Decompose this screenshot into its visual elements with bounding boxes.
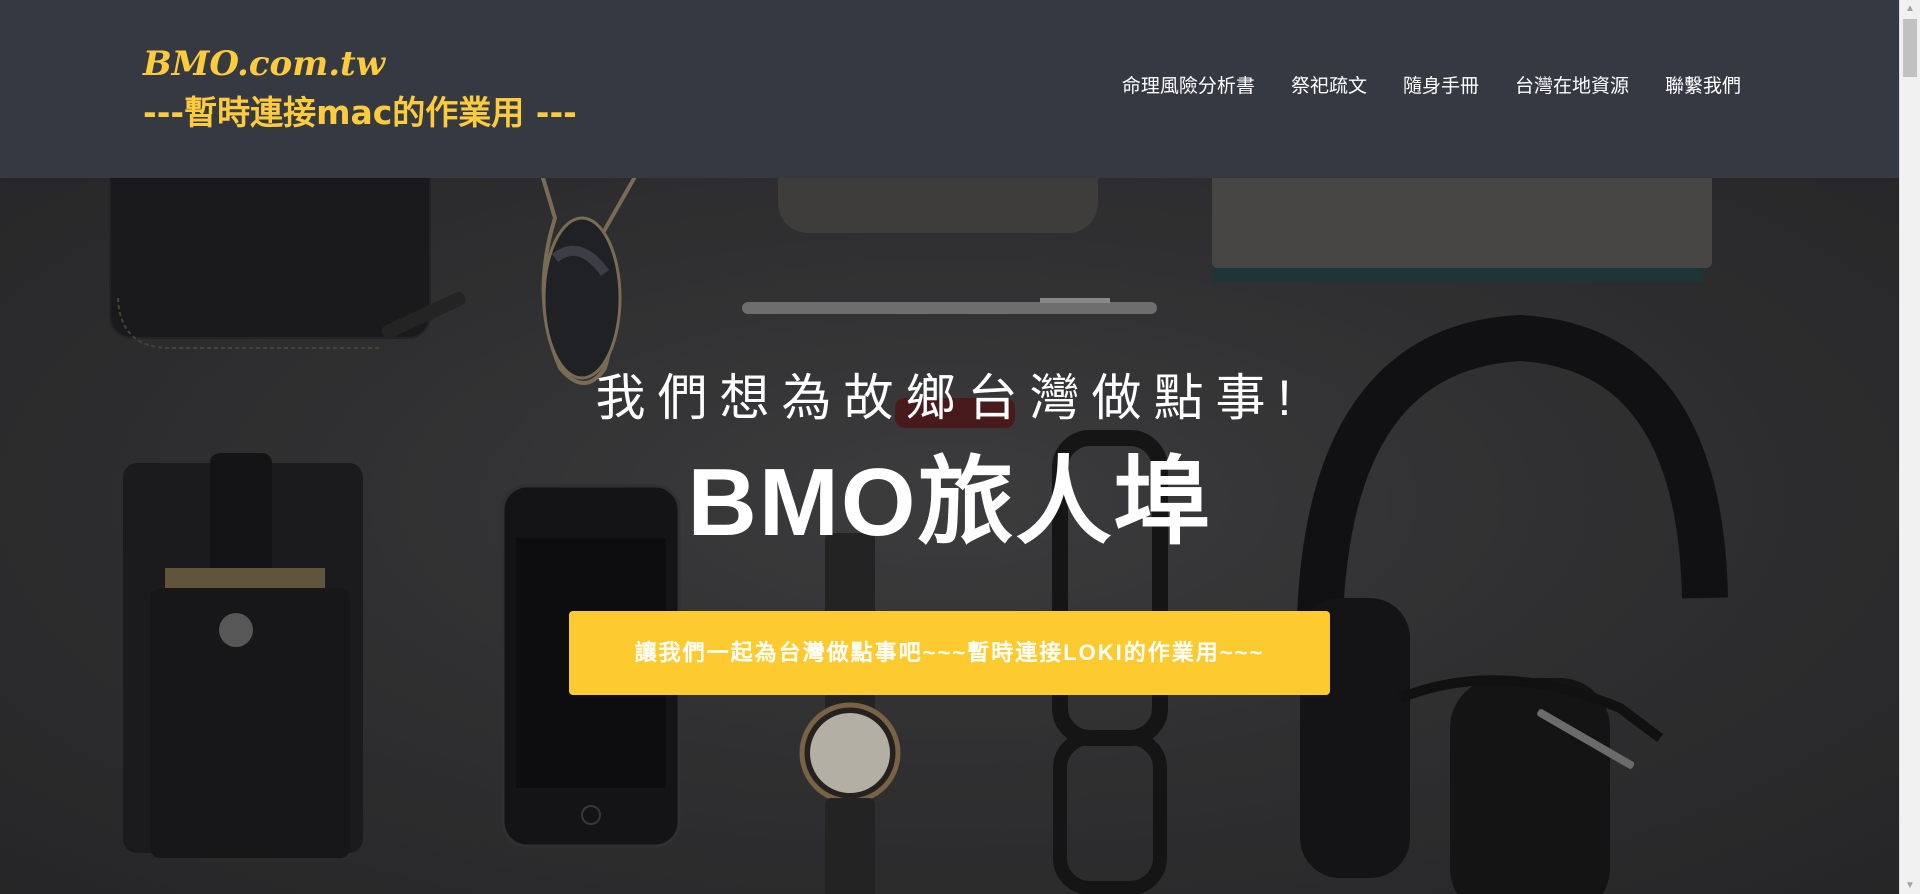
hero-subtitle: 我們想為故鄉台灣做點事!: [595, 370, 1304, 426]
nav-item-handbook[interactable]: 隨身手冊: [1385, 72, 1497, 102]
hero-section: 我們想為故鄉台灣做點事! BMO旅人埠 讓我們一起為台灣做點事吧~~~暫時連接L…: [0, 178, 1899, 894]
page: BMO.com.tw ---暫時連接mac的作業用 --- 命理風險分析書 祭祀…: [0, 0, 1899, 894]
nav-item-local-resources[interactable]: 台灣在地資源: [1497, 72, 1647, 102]
brand-name: BMO.com.tw: [143, 44, 386, 84]
triangle-up-icon[interactable]: ▲: [1900, 0, 1920, 17]
scrollbar-thumb[interactable]: [1903, 19, 1917, 77]
nav-item-contact[interactable]: 聯繫我們: [1647, 72, 1741, 102]
triangle-down-icon[interactable]: ▼: [1900, 877, 1920, 894]
hero-title: BMO旅人埠: [687, 449, 1212, 556]
navbar: BMO.com.tw ---暫時連接mac的作業用 --- 命理風險分析書 祭祀…: [0, 0, 1899, 178]
brand-logo[interactable]: BMO.com.tw ---暫時連接mac的作業用 ---: [143, 40, 577, 138]
hero-cta-button[interactable]: 讓我們一起為台灣做點事吧~~~暫時連接LOKI的作業用~~~: [569, 611, 1330, 695]
main-nav: 命理風險分析書 祭祀疏文 隨身手冊 台灣在地資源 聯繫我們: [1104, 72, 1741, 102]
nav-item-ritual-texts[interactable]: 祭祀疏文: [1273, 72, 1385, 102]
brand-tagline: ---暫時連接mac的作業用 ---: [143, 93, 577, 132]
hero-content: 我們想為故鄉台灣做點事! BMO旅人埠 讓我們一起為台灣做點事吧~~~暫時連接L…: [0, 178, 1899, 894]
nav-item-fortune-analysis[interactable]: 命理風險分析書: [1104, 72, 1273, 102]
vertical-scrollbar[interactable]: ▲ ▼: [1899, 0, 1920, 894]
